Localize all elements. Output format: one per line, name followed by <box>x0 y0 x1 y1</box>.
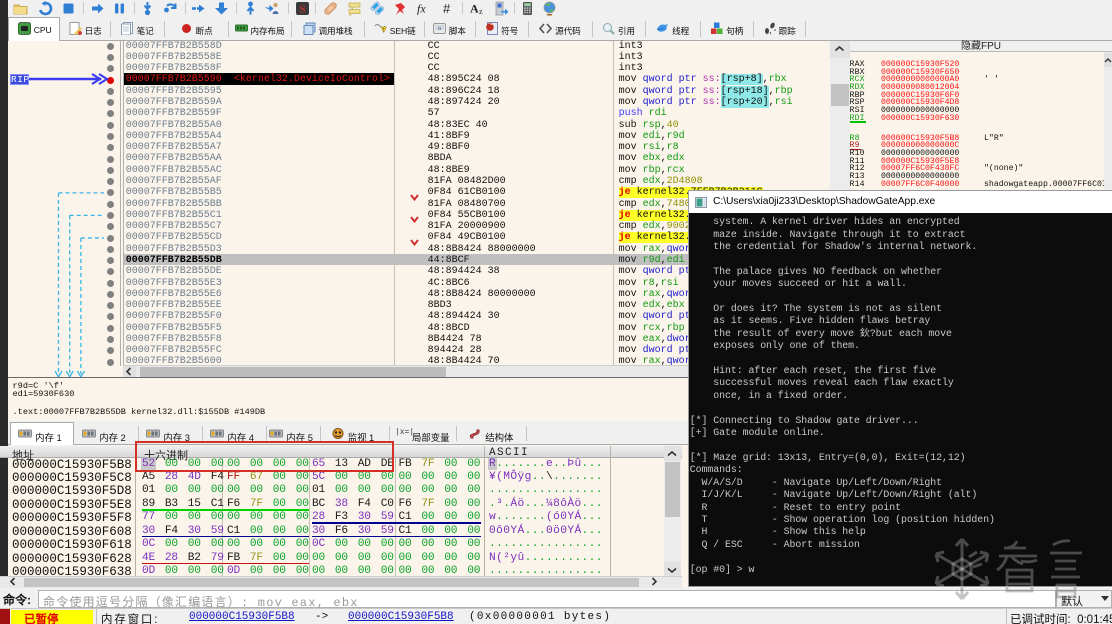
svg-text:fx: fx <box>417 1 426 15</box>
svg-text:o: o <box>438 26 441 32</box>
svg-text:S: S <box>299 3 305 15</box>
svg-text:z: z <box>479 7 483 16</box>
svg-text:#: # <box>443 1 451 16</box>
svg-text:A: A <box>470 1 479 15</box>
svg-text:!: ! <box>383 28 384 34</box>
